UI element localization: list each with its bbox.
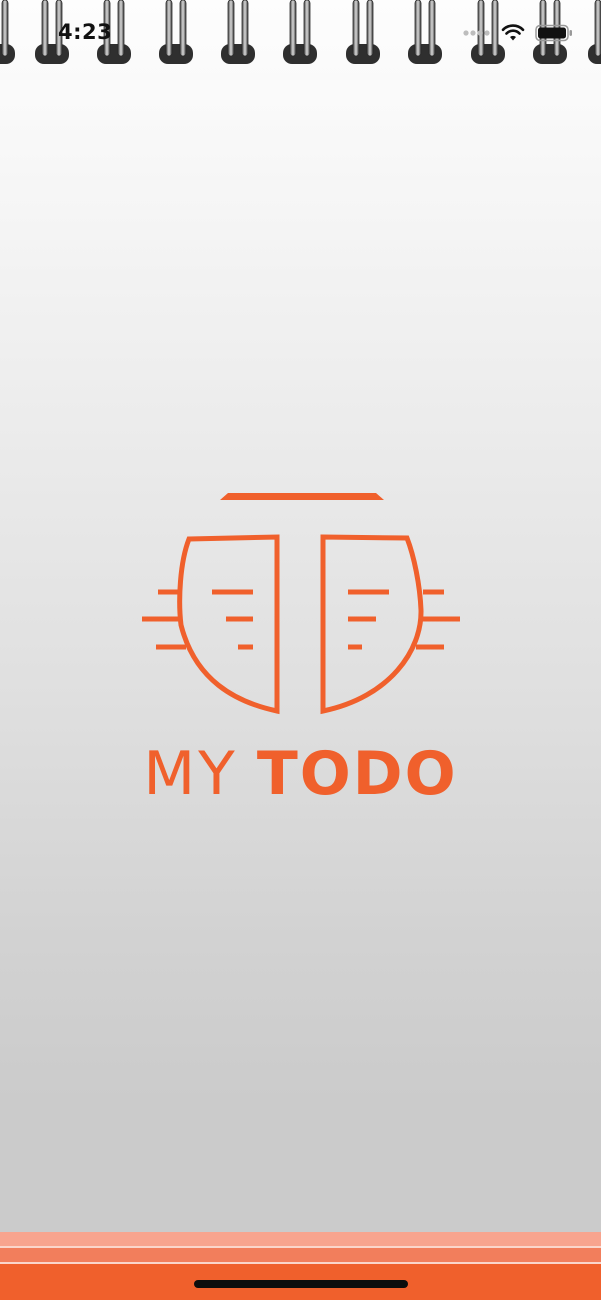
binding-ring <box>346 0 380 64</box>
todo-t-logo-icon <box>142 493 460 715</box>
battery-icon <box>535 24 573 42</box>
binding-ring <box>588 0 601 64</box>
wifi-icon <box>501 24 525 42</box>
splash-screen: { "status_bar": { "time": "4:23", "icons… <box>0 0 601 1300</box>
binding-ring <box>159 0 193 64</box>
stripe-light <box>0 1232 601 1246</box>
binding-ring <box>221 0 255 64</box>
status-time: 4:23 <box>58 20 113 44</box>
binding-ring <box>283 0 317 64</box>
stripe-mid <box>0 1248 601 1262</box>
binding-ring <box>408 0 442 64</box>
signal-dots-icon <box>463 29 491 37</box>
app-title: MY TODO <box>0 738 601 810</box>
home-indicator[interactable] <box>194 1280 408 1288</box>
bottom-stripes-decoration <box>0 1232 601 1300</box>
status-icons <box>463 22 573 44</box>
binding-ring <box>0 0 15 64</box>
app-title-bold: TODO <box>256 739 458 809</box>
app-title-light: MY <box>143 739 238 809</box>
